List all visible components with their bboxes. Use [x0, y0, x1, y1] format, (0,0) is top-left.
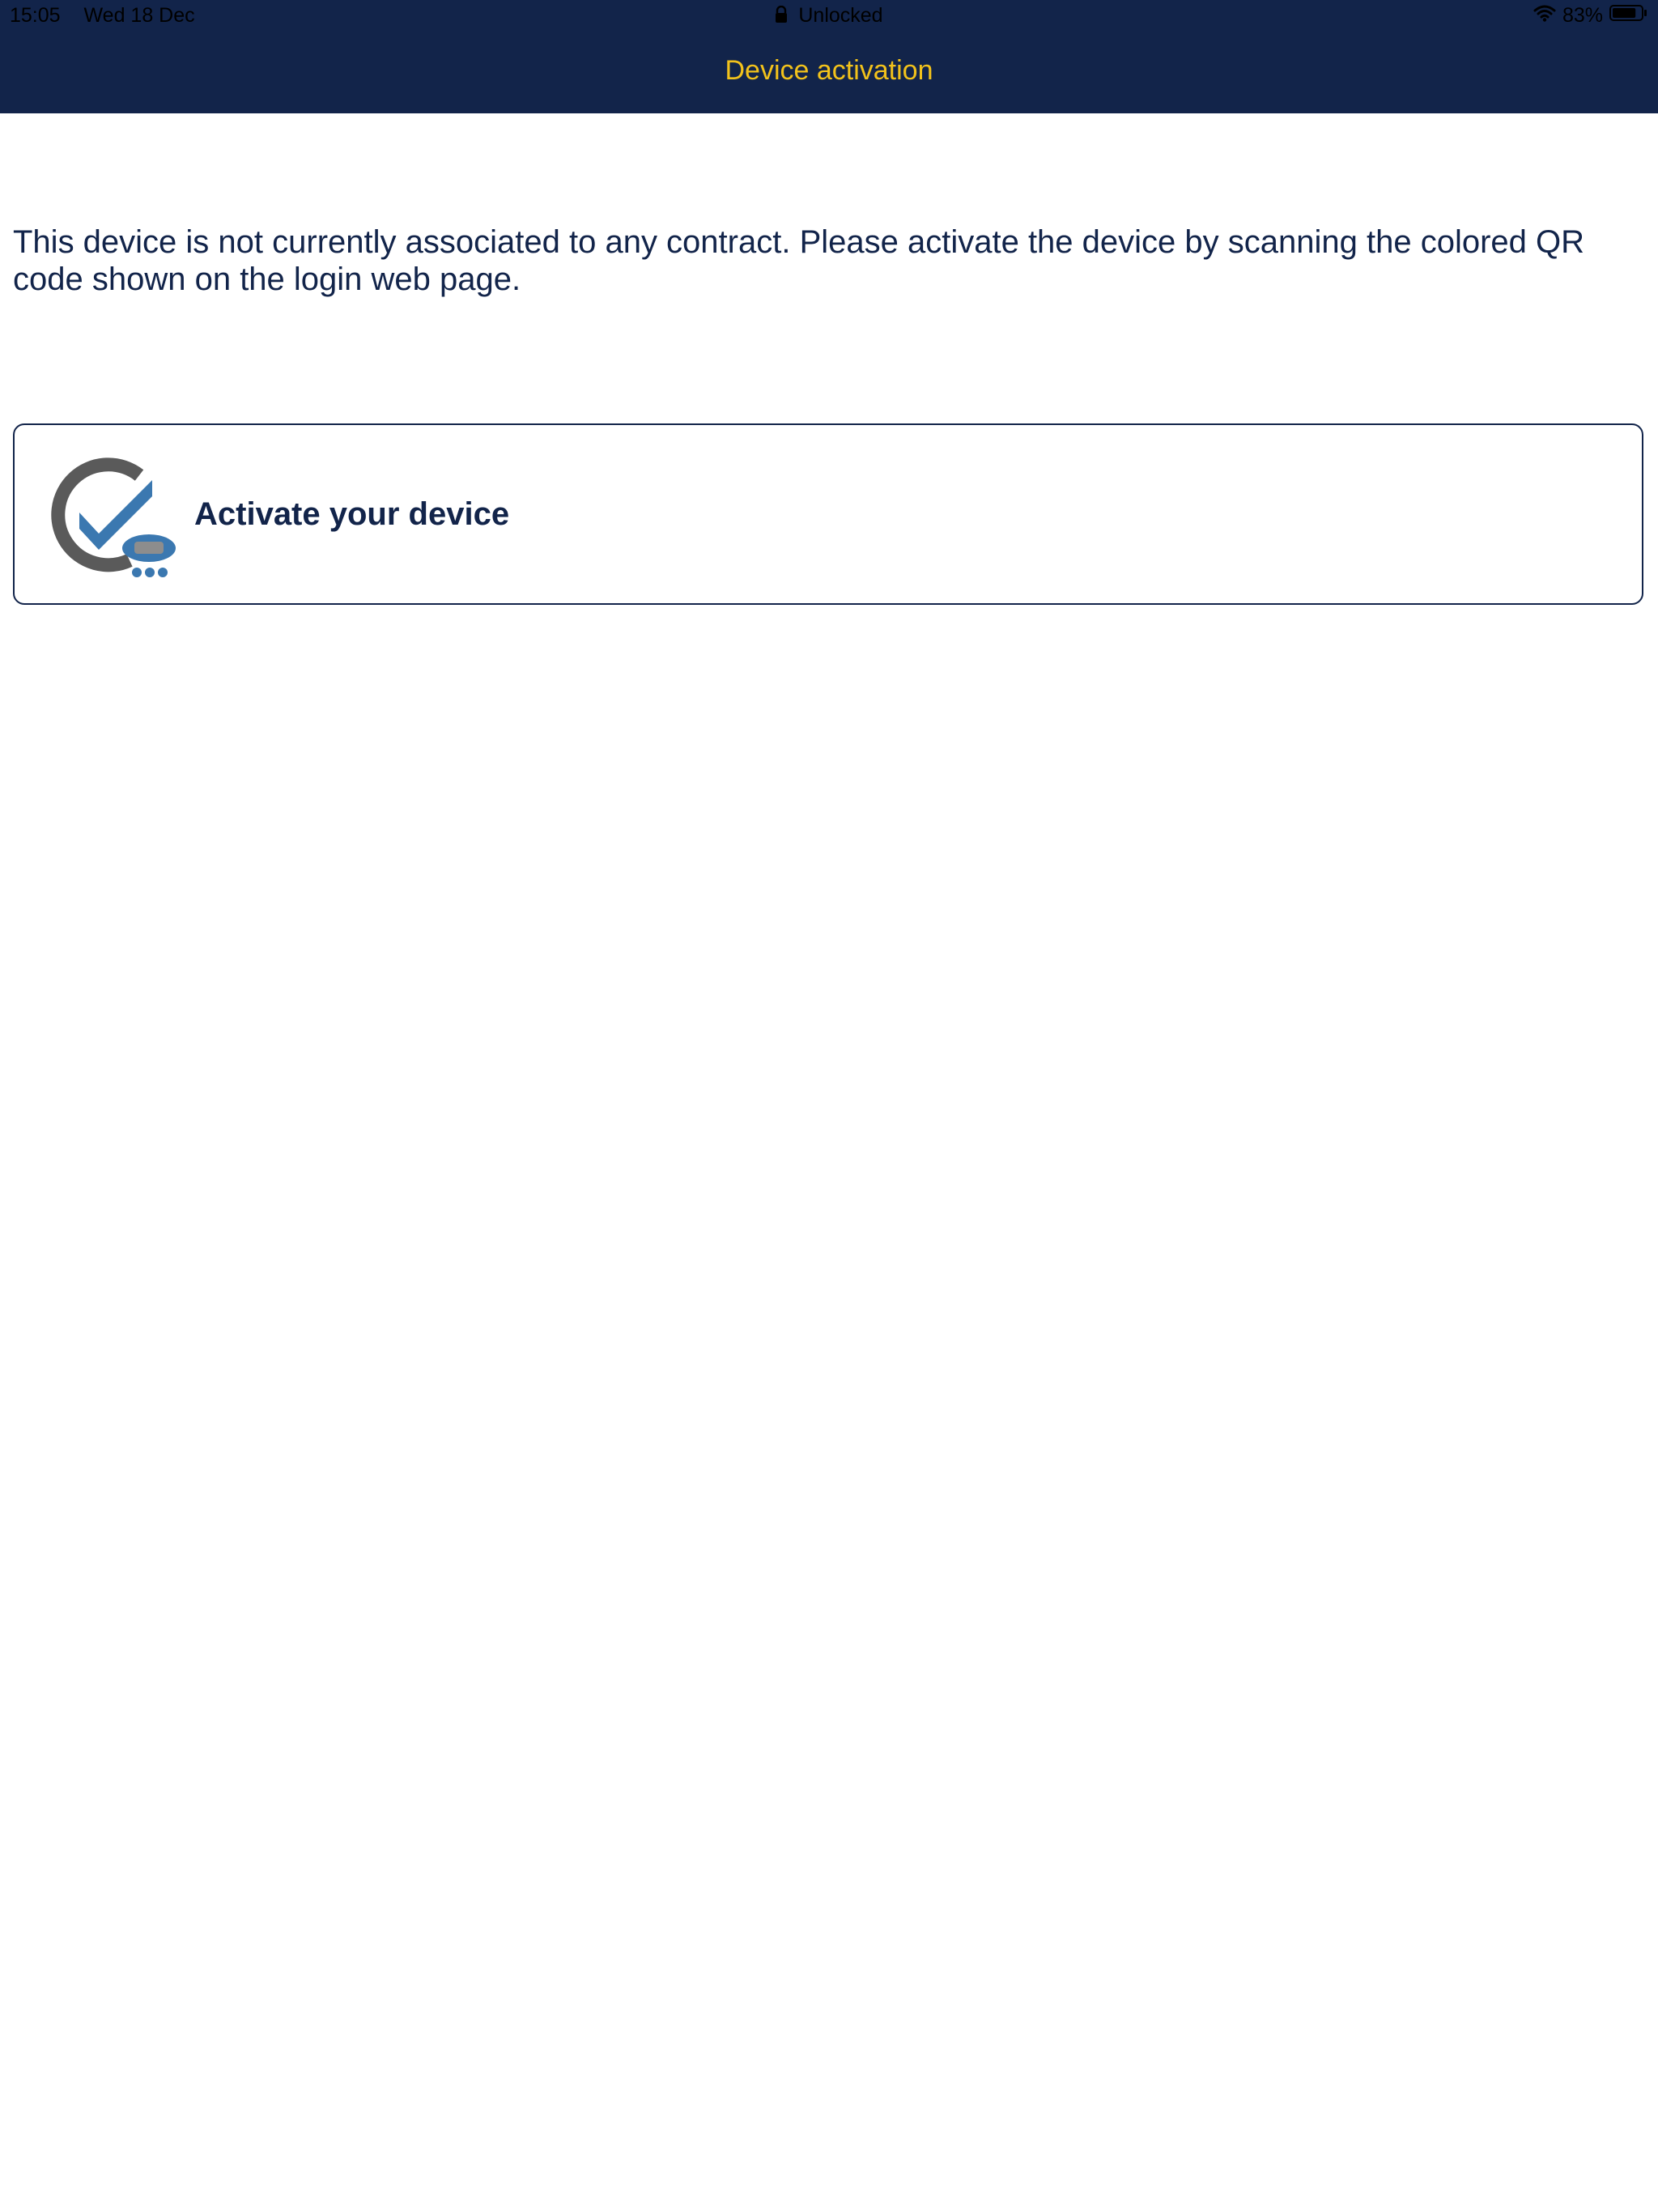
page-title: Device activation: [725, 55, 933, 86]
wifi-icon: [1533, 4, 1556, 28]
activate-device-label: Activate your device: [194, 496, 510, 532]
lock-icon: [775, 5, 788, 29]
header: 15:05 Wed 18 Dec Unlocked 83% Device act…: [0, 0, 1658, 113]
activation-message: This device is not currently associated …: [13, 224, 1585, 297]
status-center: Unlocked: [0, 4, 1658, 29]
status-right: 83%: [1533, 4, 1648, 28]
activate-device-button[interactable]: Activate your device: [13, 423, 1643, 605]
battery-icon: [1609, 4, 1648, 28]
status-bar: 15:05 Wed 18 Dec Unlocked 83%: [0, 0, 1658, 32]
activate-device-icon: [49, 457, 178, 587]
lock-status: Unlocked: [798, 4, 883, 27]
battery-percent: 83%: [1562, 4, 1603, 27]
